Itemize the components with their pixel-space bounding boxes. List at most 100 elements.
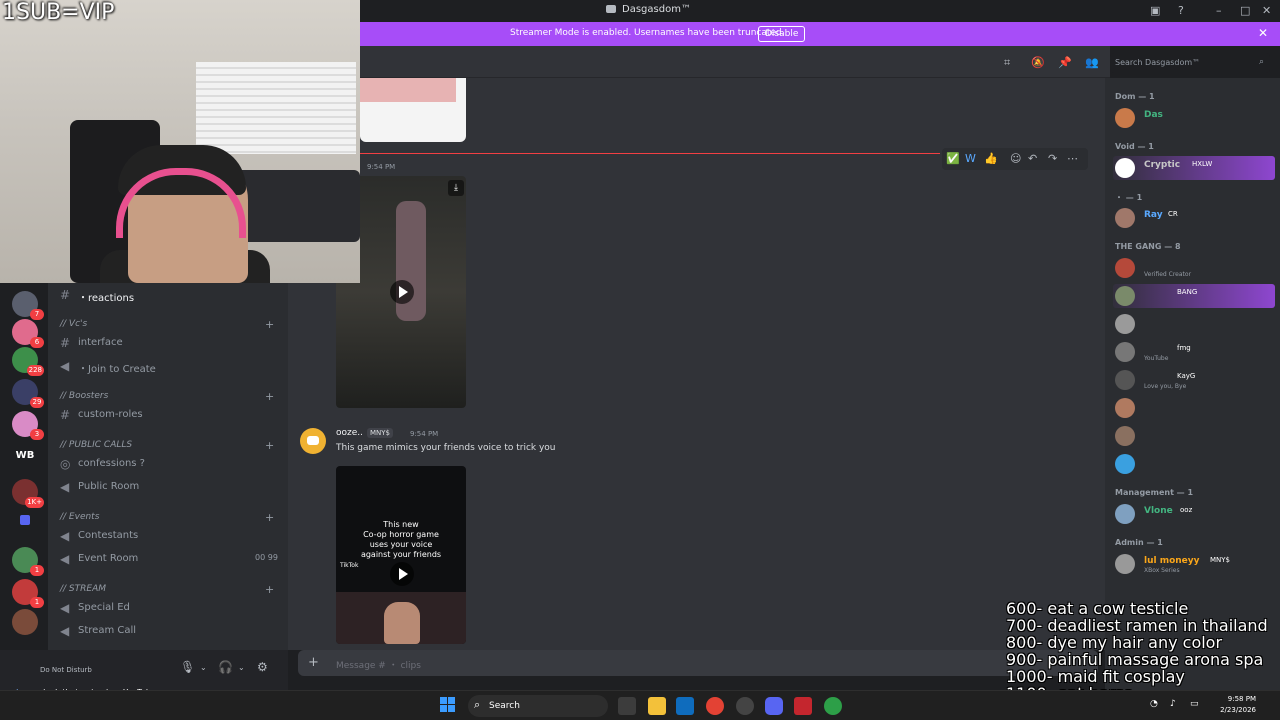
message-author[interactable]: ooze.. [336, 428, 363, 438]
server-icon[interactable]: 228 [12, 347, 44, 376]
avatar[interactable] [1115, 398, 1135, 418]
minimize-button[interactable]: – [1216, 4, 1222, 17]
server-icon[interactable]: 1K+ [12, 479, 44, 508]
threads-icon[interactable]: ⌗ [1004, 56, 1010, 70]
server-icon[interactable]: 7 [12, 291, 44, 320]
previous-image-attachment[interactable] [360, 78, 466, 142]
chevron-down-icon[interactable]: ⌄ [200, 663, 207, 672]
video-attachment[interactable]: This new Co-op horror game uses your voi… [336, 466, 466, 644]
server-icon[interactable]: 29 [12, 379, 44, 408]
add-reaction-icon[interactable]: ☺ [1010, 152, 1021, 165]
member-row[interactable]: lul moneyy MNY$ XBox Series [1115, 552, 1275, 576]
channel-confessions[interactable]: ◎ confessions ? [60, 454, 280, 474]
channel-reactions[interactable]: # ・reactions [60, 285, 280, 305]
server-icon[interactable]: 3 [12, 411, 44, 440]
channel-event-room[interactable]: ◀ Event Room 00 99 [60, 549, 280, 569]
forward-icon[interactable]: ↷ [1048, 152, 1057, 165]
member-row[interactable]: BANG [1113, 284, 1275, 308]
w-reaction-icon[interactable]: W [965, 152, 976, 165]
download-icon[interactable]: ⤓ [448, 180, 464, 196]
add-channel-icon[interactable]: + [265, 318, 274, 331]
avatar[interactable] [1115, 286, 1135, 306]
taskbar-search[interactable]: ⌕ Search [468, 695, 608, 717]
server-icon[interactable]: 1 [12, 547, 44, 576]
member-row[interactable] [1115, 424, 1275, 448]
avatar[interactable] [1115, 554, 1135, 574]
mute-icon[interactable]: 🔕 [1031, 56, 1045, 69]
system-clock[interactable]: 9:58 PM 2/23/2026 [1220, 694, 1256, 716]
member-row[interactable]: Verified Creator [1115, 256, 1275, 280]
wifi-icon[interactable]: ◔ [1150, 699, 1158, 709]
member-row[interactable]: Ray CR [1115, 206, 1275, 230]
channel-join-to-create[interactable]: ◀ ・Join to Create [60, 356, 280, 376]
folder-icon[interactable] [20, 515, 30, 525]
channel-public-room[interactable]: ◀ Public Room [60, 477, 280, 497]
channel-stream-call[interactable]: ◀ Stream Call [60, 621, 280, 641]
member-row[interactable]: Vlone ooz [1115, 502, 1275, 526]
headphones-icon[interactable]: 🎧 [218, 660, 233, 674]
close-window-button[interactable]: ✕ [1262, 4, 1271, 17]
obs-icon[interactable] [736, 697, 754, 715]
message-input[interactable]: Message # ・ clips [336, 658, 421, 671]
store-icon[interactable] [676, 697, 694, 715]
battery-icon[interactable]: ▭ [1190, 699, 1199, 709]
server-icon[interactable]: 1 [12, 579, 44, 608]
help-icon[interactable]: ? [1178, 4, 1184, 17]
check-reaction-icon[interactable]: ✅ [946, 152, 960, 165]
disable-button[interactable]: Disable [758, 26, 806, 42]
avatar[interactable] [1115, 342, 1135, 362]
channel-interface[interactable]: # interface [60, 333, 280, 353]
more-icon[interactable]: ⋯ [1067, 152, 1078, 165]
windows-start-icon[interactable] [440, 697, 456, 713]
maximize-button[interactable]: □ [1240, 4, 1250, 17]
message-composer[interactable]: + Message # ・ clips [298, 650, 1098, 676]
microphone-icon[interactable]: 🎙 [180, 660, 195, 674]
avatar[interactable] [1115, 108, 1135, 128]
member-row[interactable] [1115, 452, 1275, 476]
member-row[interactable] [1115, 396, 1275, 420]
add-channel-icon[interactable]: + [265, 583, 274, 596]
volume-icon[interactable]: ♪ [1170, 699, 1176, 709]
avatar[interactable] [1115, 258, 1135, 278]
member-row[interactable]: fmg YouTube [1115, 340, 1275, 364]
members-icon[interactable]: 👥 [1085, 56, 1099, 69]
member-row[interactable]: Das [1115, 106, 1275, 130]
close-banner-icon[interactable]: ✕ [1258, 26, 1268, 40]
discord-icon[interactable] [765, 697, 783, 715]
gear-icon[interactable]: ⚙ [257, 660, 268, 674]
avatar[interactable] [1115, 314, 1135, 334]
search-input[interactable]: Search Dasgasdom™ ⌕ [1110, 53, 1270, 73]
avatar[interactable] [300, 428, 326, 454]
member-row[interactable] [1115, 312, 1275, 336]
member-row[interactable]: KayG Love you, Bye [1115, 368, 1275, 392]
pin-icon[interactable]: 📌 [1058, 56, 1072, 69]
member-row[interactable]: Cryptic HXLW [1113, 156, 1275, 180]
server-icon[interactable] [12, 609, 38, 635]
channel-custom-roles[interactable]: # custom-roles [60, 405, 280, 425]
chevron-down-icon[interactable]: ⌄ [238, 663, 245, 672]
browser-icon[interactable] [824, 697, 842, 715]
avatar[interactable] [1115, 158, 1135, 178]
channel-special-ed[interactable]: ◀ Special Ed [60, 598, 280, 618]
server-wb[interactable]: WB [12, 443, 38, 469]
play-icon[interactable] [390, 562, 414, 586]
add-channel-icon[interactable]: + [265, 390, 274, 403]
avatar[interactable] [1115, 370, 1135, 390]
add-attachment-icon[interactable]: + [308, 655, 319, 670]
avatar[interactable] [1115, 426, 1135, 446]
app-icon[interactable] [794, 697, 812, 715]
file-explorer-icon[interactable] [648, 697, 666, 715]
avatar[interactable] [1115, 208, 1135, 228]
inbox-icon[interactable]: ▣ [1150, 4, 1160, 17]
channel-contestants[interactable]: ◀ Contestants [60, 526, 280, 546]
reply-icon[interactable]: ↶ [1028, 152, 1037, 165]
task-view-icon[interactable] [618, 697, 636, 715]
add-channel-icon[interactable]: + [265, 439, 274, 452]
play-icon[interactable] [390, 280, 414, 304]
server-icon[interactable]: 6 [12, 319, 44, 348]
add-channel-icon[interactable]: + [265, 511, 274, 524]
avatar[interactable] [1115, 454, 1135, 474]
thumbs-up-reaction-icon[interactable]: 👍 [984, 152, 998, 165]
avatar[interactable] [1115, 504, 1135, 524]
chrome-icon[interactable] [706, 697, 724, 715]
